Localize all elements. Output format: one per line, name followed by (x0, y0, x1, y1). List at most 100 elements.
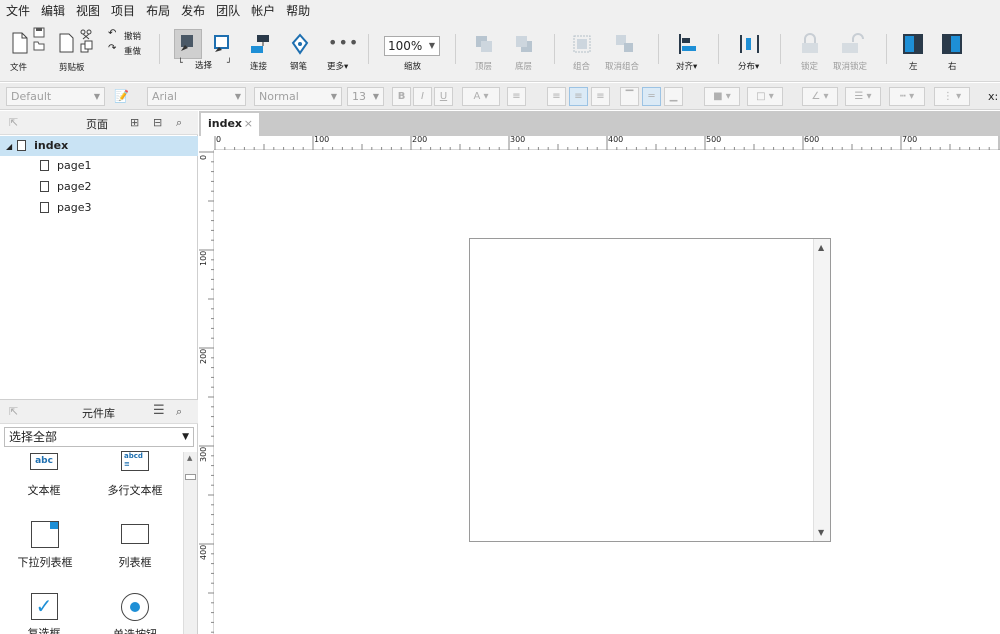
arrow-style-button[interactable]: ⋮ ▾ (934, 87, 970, 106)
widget-textarea[interactable]: abcd ≡ 多行文本框 (102, 451, 168, 501)
bold-button[interactable]: B (392, 87, 411, 106)
widget-library-panel: ⇱ 元件库 ☰ ⌕ 选择全部 ▼ ▲ abc 文本框 abcd ≡ 多行文本框 下… (0, 399, 198, 634)
scroll-down-icon[interactable]: ▼ (818, 528, 824, 537)
listbox-scrollbar[interactable]: ▲ ▼ (813, 239, 830, 541)
search-icon[interactable]: ⌕ (176, 405, 182, 419)
menu-help[interactable]: 帮助 (286, 2, 310, 19)
align-label: 对齐▾ (676, 62, 698, 72)
redo-button[interactable]: ↷ 重做 (108, 43, 148, 57)
widget-radio[interactable]: 单选按钮 (102, 593, 168, 634)
canvas-listbox-widget[interactable]: ▲ ▼ (469, 238, 831, 542)
library-scrollbar[interactable]: ▲ (183, 452, 197, 634)
connect-label: 连接 (250, 62, 268, 72)
widget-listbox[interactable]: 列表框 (102, 524, 168, 574)
widget-textbox[interactable]: abc 文本框 (14, 453, 74, 503)
scroll-up-icon[interactable]: ▲ (187, 454, 192, 462)
left-panel-button[interactable]: 左 (900, 30, 926, 76)
font-select[interactable]: Arial ▼ (147, 87, 246, 106)
chevron-down-icon: ▼ (428, 41, 435, 50)
bring-to-top-button[interactable]: 顶层 (470, 30, 498, 76)
tree-item-page2[interactable]: page2 (0, 177, 198, 197)
format-bar: Default ▼ 📝 Arial ▼ Normal ▼ 13 ▼ B I U A ▾ … (0, 83, 1000, 110)
font-size-select[interactable]: 13 ▼ (347, 87, 384, 106)
underline-button[interactable]: U (434, 87, 453, 106)
close-icon[interactable]: × (244, 113, 253, 135)
select-contain-button[interactable] (212, 34, 232, 56)
library-filter-select[interactable]: 选择全部 ▼ (4, 427, 194, 447)
shadow-button[interactable]: □ ▾ (747, 87, 783, 106)
align-button[interactable]: 对齐▾ (672, 30, 704, 76)
menu-project[interactable]: 项目 (111, 2, 135, 19)
radio-icon (121, 593, 149, 621)
redo-icon: ↷ (108, 43, 117, 54)
undo-button[interactable]: ↶ 撤销 (108, 28, 148, 42)
ungroup-button[interactable]: 取消组合 (604, 30, 644, 76)
send-to-bottom-button[interactable]: 底层 (510, 30, 538, 76)
file-button[interactable]: 文件 (8, 30, 32, 74)
textarea-icon: abcd ≡ (121, 451, 149, 471)
align-text-left-button[interactable]: ≡ (547, 87, 566, 106)
collapse-panel-icon[interactable]: ⇱ (9, 405, 18, 418)
distribute-button[interactable]: 分布▾ (734, 30, 766, 76)
menu-account[interactable]: 帐户 (251, 2, 275, 19)
distribute-icon (740, 35, 759, 53)
more-button[interactable]: ••• 更多▾ (325, 30, 358, 76)
font-weight-select[interactable]: Normal ▼ (254, 87, 342, 106)
style-edit-icon[interactable]: 📝 (114, 89, 129, 103)
bullet-list-button[interactable]: ≡ (507, 87, 526, 106)
zoom-select[interactable]: 100% ▼ (384, 36, 440, 56)
save-open-icon[interactable] (33, 27, 45, 51)
style-select[interactable]: Default ▼ (6, 87, 105, 106)
tree-item-page3[interactable]: page3 (0, 198, 198, 218)
menu-file[interactable]: 文件 (6, 2, 30, 19)
zoom-value: 100% (388, 39, 423, 53)
menu-view[interactable]: 视图 (76, 2, 100, 19)
expand-arrow-icon[interactable]: ◢ (6, 142, 12, 151)
widget-droplist[interactable]: 下拉列表框 (10, 521, 80, 571)
select-corner-left: └ (178, 58, 183, 67)
unlock-button[interactable]: 取消锁定 (832, 30, 872, 76)
menu-edit[interactable]: 编辑 (41, 2, 65, 19)
main-toolbar: 文件 剪贴板 ↶ 撤销 ↷ 重做 └ 选择 ┘ 连接 钢笔 ••• 更多▾ 10… (0, 20, 1000, 82)
line-width-button[interactable]: ☰ ▾ (845, 87, 881, 106)
fill-color-button[interactable]: ■ ▾ (704, 87, 740, 106)
ruler-horizontal-ticks (214, 136, 1000, 150)
align-text-center-button[interactable]: ≡ (569, 87, 588, 106)
italic-button[interactable]: I (413, 87, 432, 106)
widget-label: 多行文本框 (107, 484, 163, 497)
valign-bottom-button[interactable]: ▁ (664, 87, 683, 106)
menu-layout[interactable]: 布局 (146, 2, 170, 19)
scrollbar-thumb[interactable] (185, 474, 196, 480)
group-button[interactable]: 组合 (568, 30, 596, 76)
valign-top-button[interactable]: ▔ (620, 87, 639, 106)
select-mode-button[interactable] (174, 29, 202, 59)
pen-button[interactable]: 钢笔 (286, 30, 314, 76)
valign-middle-button[interactable]: ═ (642, 87, 661, 106)
lock-button[interactable]: 锁定 (796, 30, 824, 76)
right-panel-button[interactable]: 右 (939, 30, 965, 76)
line-style-button[interactable]: ┅ ▾ (889, 87, 925, 106)
paste-cut-copy-icon[interactable] (57, 28, 93, 54)
menu-icon[interactable]: ☰ (153, 403, 165, 418)
scroll-up-icon[interactable]: ▲ (818, 243, 824, 252)
add-page-icon[interactable]: ⊞ (130, 116, 139, 129)
line-color-button[interactable]: ∠ ▾ (802, 87, 838, 106)
align-text-right-button[interactable]: ≡ (591, 87, 610, 106)
pages-panel-header: ⇱ 页面 ⊞ ⊟ ⌕ (0, 111, 198, 135)
search-icon[interactable]: ⌕ (176, 116, 182, 130)
collapse-panel-icon[interactable]: ⇱ (9, 116, 18, 129)
font-color-button[interactable]: A ▾ (462, 87, 500, 106)
add-folder-icon[interactable]: ⊟ (153, 116, 162, 129)
menu-publish[interactable]: 发布 (181, 2, 205, 19)
tree-item-index[interactable]: ◢ index (0, 136, 198, 156)
ruler-corner (199, 136, 214, 150)
ruler-label: 300 (199, 446, 208, 462)
tab-index[interactable]: index × (201, 113, 259, 136)
font-value: Arial (152, 90, 177, 103)
dock-left-icon (903, 34, 923, 54)
widget-checkbox[interactable]: ✓ 复选框 (14, 593, 74, 634)
tree-item-page1[interactable]: page1 (0, 156, 198, 176)
connect-button[interactable]: 连接 (246, 30, 274, 76)
menu-team[interactable]: 团队 (216, 2, 240, 19)
undo-label: 撤销 (124, 32, 142, 42)
